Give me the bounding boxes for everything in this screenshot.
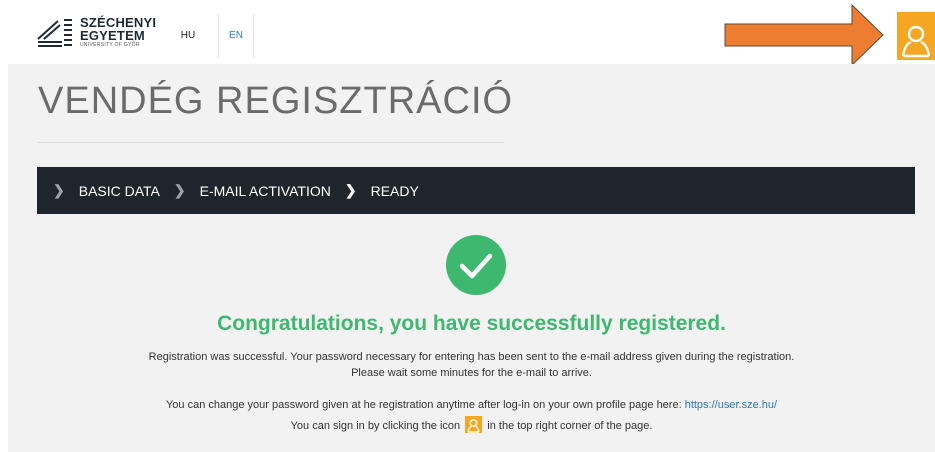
- language-hu[interactable]: HU: [170, 14, 206, 58]
- university-logo[interactable]: SZÉCHENYI EGYETEM UNIVERSITY OF GYŐR: [36, 15, 176, 51]
- profile-link[interactable]: https://user.sze.hu/: [685, 399, 777, 411]
- logo-line-2: EGYETEM: [80, 28, 145, 43]
- language-en[interactable]: EN: [218, 14, 254, 58]
- user-icon: [465, 416, 483, 433]
- logo-text: SZÉCHENYI EGYETEM UNIVERSITY OF GYŐR: [80, 16, 156, 49]
- step-ready: ❯ READY: [345, 182, 419, 199]
- signin-message: You can sign in by clicking the icon in …: [8, 416, 935, 434]
- message-text: in the top right corner of the page.: [484, 420, 653, 432]
- chevron-right-icon: ❯: [53, 182, 65, 198]
- step-basic-data: ❯ BASIC DATA: [53, 182, 160, 199]
- step-label: READY: [370, 182, 419, 199]
- logo-line-3: UNIVERSITY OF GYŐR: [80, 42, 140, 48]
- logo-mark-icon: [37, 19, 72, 47]
- check-circle-icon: [446, 235, 506, 295]
- message-line: Please wait some minutes for the e-mail …: [351, 367, 592, 379]
- success-heading: Congratulations, you have successfully r…: [217, 312, 726, 335]
- profile-message: You can change your password given at he…: [8, 397, 935, 413]
- message-text: You can sign in by clicking the icon: [290, 420, 464, 432]
- step-email-activation: ❯ E-MAIL ACTIVATION: [174, 182, 331, 199]
- user-icon: [901, 25, 931, 58]
- chevron-right-icon: ❯: [344, 182, 357, 198]
- step-label: BASIC DATA: [78, 182, 160, 199]
- main-content: VENDÉG REGISZTRÁCIÓ ❯ BASIC DATA ❯ E-MAI…: [8, 64, 935, 452]
- page-title: VENDÉG REGISZTRÁCIÓ: [38, 80, 514, 122]
- registration-steps: ❯ BASIC DATA ❯ E-MAIL ACTIVATION ❯ READY: [37, 167, 915, 214]
- chevron-right-icon: ❯: [173, 182, 186, 198]
- message-line: Registration was successful. Your passwo…: [148, 351, 795, 363]
- message-text: You can change your password given at he…: [165, 399, 685, 411]
- header: SZÉCHENYI EGYETEM UNIVERSITY OF GYŐR HU …: [0, 0, 935, 66]
- annotation-arrow-icon: [724, 4, 884, 66]
- title-divider: [38, 142, 504, 143]
- step-label: E-MAIL ACTIVATION: [199, 182, 331, 199]
- user-login-button[interactable]: [897, 12, 935, 60]
